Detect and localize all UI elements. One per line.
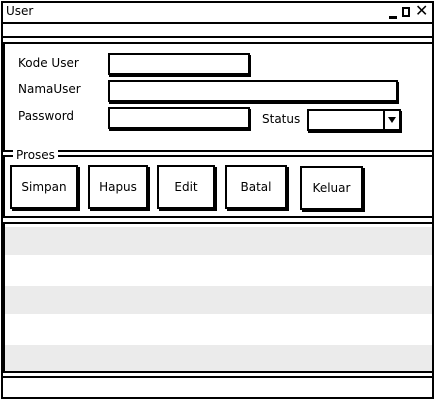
kode-user-label: Kode User [18,56,79,70]
chevron-down-icon [388,117,396,123]
status-select[interactable] [307,109,401,131]
close-icon[interactable]: ✕ [415,2,428,20]
maximize-icon[interactable] [402,7,410,17]
table-row[interactable] [5,227,432,255]
nama-user-input[interactable] [108,80,398,102]
data-table[interactable] [3,222,434,373]
title-bar-divider [1,22,434,24]
batal-button[interactable]: Batal [225,165,287,209]
minimize-icon[interactable] [389,16,397,19]
nama-user-label: NamaUser [18,82,81,96]
table-row[interactable] [5,286,432,314]
status-dropdown-button[interactable] [383,111,399,129]
kode-user-input[interactable] [108,53,250,75]
status-bar-divider [1,376,434,378]
simpan-button[interactable]: Simpan [10,165,78,209]
hapus-button[interactable]: Hapus [88,165,148,209]
toolbar-divider [1,36,434,38]
password-input[interactable] [108,107,250,129]
edit-button[interactable]: Edit [157,165,215,209]
password-label: Password [18,109,75,123]
status-label: Status [262,112,301,126]
keluar-button[interactable]: Keluar [300,166,363,210]
proses-group-title: Proses [13,149,58,161]
table-row[interactable] [5,345,432,371]
window-title: User [6,4,34,18]
